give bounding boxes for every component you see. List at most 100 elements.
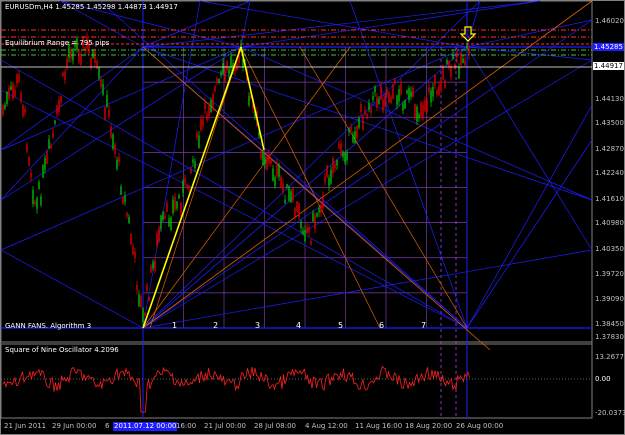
candle-body bbox=[414, 103, 416, 119]
candle-body bbox=[262, 152, 264, 166]
candle-body bbox=[96, 61, 98, 69]
candle-body bbox=[182, 181, 184, 193]
candle-body bbox=[260, 153, 262, 159]
candle-body bbox=[16, 74, 18, 84]
candle-body bbox=[348, 128, 350, 132]
fan-line bbox=[0, 249, 144, 329]
gann-number-5: 5 bbox=[338, 321, 344, 330]
candle-body bbox=[186, 184, 188, 189]
candle-body bbox=[328, 177, 330, 187]
candle-body bbox=[66, 58, 68, 67]
fan-line bbox=[466, 19, 593, 48]
candle-body bbox=[308, 226, 310, 233]
candle-body bbox=[360, 104, 362, 113]
candle-body bbox=[78, 50, 80, 63]
candle-body bbox=[314, 215, 316, 230]
candle-body bbox=[70, 50, 72, 59]
candle-body bbox=[162, 211, 164, 220]
candle-body bbox=[56, 104, 58, 114]
candle-body bbox=[26, 144, 28, 152]
candle-body bbox=[268, 153, 270, 164]
candle-body bbox=[214, 86, 216, 92]
candle-body bbox=[190, 168, 192, 174]
gann-number-2: 2 bbox=[213, 321, 219, 330]
candle-body bbox=[180, 202, 182, 214]
candle-body bbox=[390, 96, 392, 104]
candle-body bbox=[92, 50, 94, 59]
candle-body bbox=[108, 109, 110, 117]
candle-body bbox=[224, 69, 226, 81]
down-arrow-icon[interactable] bbox=[459, 26, 477, 42]
candle-body bbox=[384, 97, 386, 107]
fan-line bbox=[142, 0, 541, 48]
candle-body bbox=[302, 230, 304, 235]
candle-body bbox=[380, 86, 382, 100]
candle-body bbox=[30, 172, 32, 178]
candle-body bbox=[178, 194, 180, 199]
candle-body bbox=[398, 89, 400, 102]
candle-body bbox=[44, 158, 46, 170]
candle-body bbox=[346, 152, 348, 161]
candle-body bbox=[28, 157, 30, 166]
candle-body bbox=[330, 170, 332, 184]
time-label: 11 Aug 16:00 bbox=[355, 422, 403, 430]
candle-body bbox=[218, 79, 220, 84]
oscillator-axis-label: 0.00 bbox=[595, 375, 611, 383]
candle-body bbox=[318, 208, 320, 213]
candle-body bbox=[316, 213, 318, 217]
candle-body bbox=[370, 108, 372, 113]
candle-body bbox=[396, 95, 398, 105]
price-label: 1.40980 bbox=[595, 219, 624, 227]
candle-body bbox=[166, 203, 168, 212]
candle-body bbox=[394, 78, 396, 84]
candle-body bbox=[292, 188, 294, 201]
candle-body bbox=[36, 197, 38, 209]
candle-body bbox=[128, 216, 130, 223]
candle-body bbox=[18, 74, 20, 82]
price-label: 1.46020 bbox=[595, 17, 624, 25]
candle-body bbox=[324, 176, 326, 183]
candle-body bbox=[58, 100, 60, 113]
candle-body bbox=[432, 86, 434, 97]
candle-body bbox=[116, 159, 118, 170]
candle-body bbox=[294, 208, 296, 218]
price-label: 1.39720 bbox=[595, 270, 624, 278]
candle-body bbox=[376, 97, 378, 108]
candle-body bbox=[310, 241, 312, 245]
candle-body bbox=[446, 60, 448, 64]
candle-body bbox=[464, 60, 466, 66]
candle-body bbox=[174, 196, 176, 210]
chart-canvas[interactable] bbox=[0, 0, 625, 435]
candle-body bbox=[340, 143, 342, 156]
candle-body bbox=[392, 84, 394, 99]
candle-body bbox=[444, 79, 446, 88]
candle-body bbox=[378, 99, 380, 105]
candle-body bbox=[386, 91, 388, 95]
chart-symbol-info: EURUSDm,H4 1.45285 1.45298 1.44873 1.449… bbox=[5, 3, 178, 11]
candle-body bbox=[130, 233, 132, 245]
candle-body bbox=[8, 87, 10, 99]
candle-body bbox=[440, 80, 442, 91]
candle-body bbox=[280, 176, 282, 188]
candle-body bbox=[400, 83, 402, 95]
candle-body bbox=[334, 164, 336, 169]
price-label: 1.42240 bbox=[595, 169, 624, 177]
candle-body bbox=[146, 285, 148, 292]
fan-line bbox=[466, 46, 593, 61]
candle-body bbox=[200, 119, 202, 131]
oscillator-frame bbox=[0, 343, 593, 419]
candle-body bbox=[176, 201, 178, 209]
candle-body bbox=[420, 102, 422, 117]
candle-body bbox=[460, 52, 462, 65]
candle-body bbox=[304, 229, 306, 242]
candle-body bbox=[112, 134, 114, 149]
candle-body bbox=[342, 151, 344, 158]
candle-body bbox=[204, 102, 206, 110]
candle-body bbox=[210, 100, 212, 113]
candle-body bbox=[170, 217, 172, 230]
candle-body bbox=[354, 131, 356, 144]
candle-body bbox=[388, 92, 390, 103]
candle-body bbox=[64, 71, 66, 80]
candle-body bbox=[412, 88, 414, 97]
candle-body bbox=[42, 165, 44, 178]
